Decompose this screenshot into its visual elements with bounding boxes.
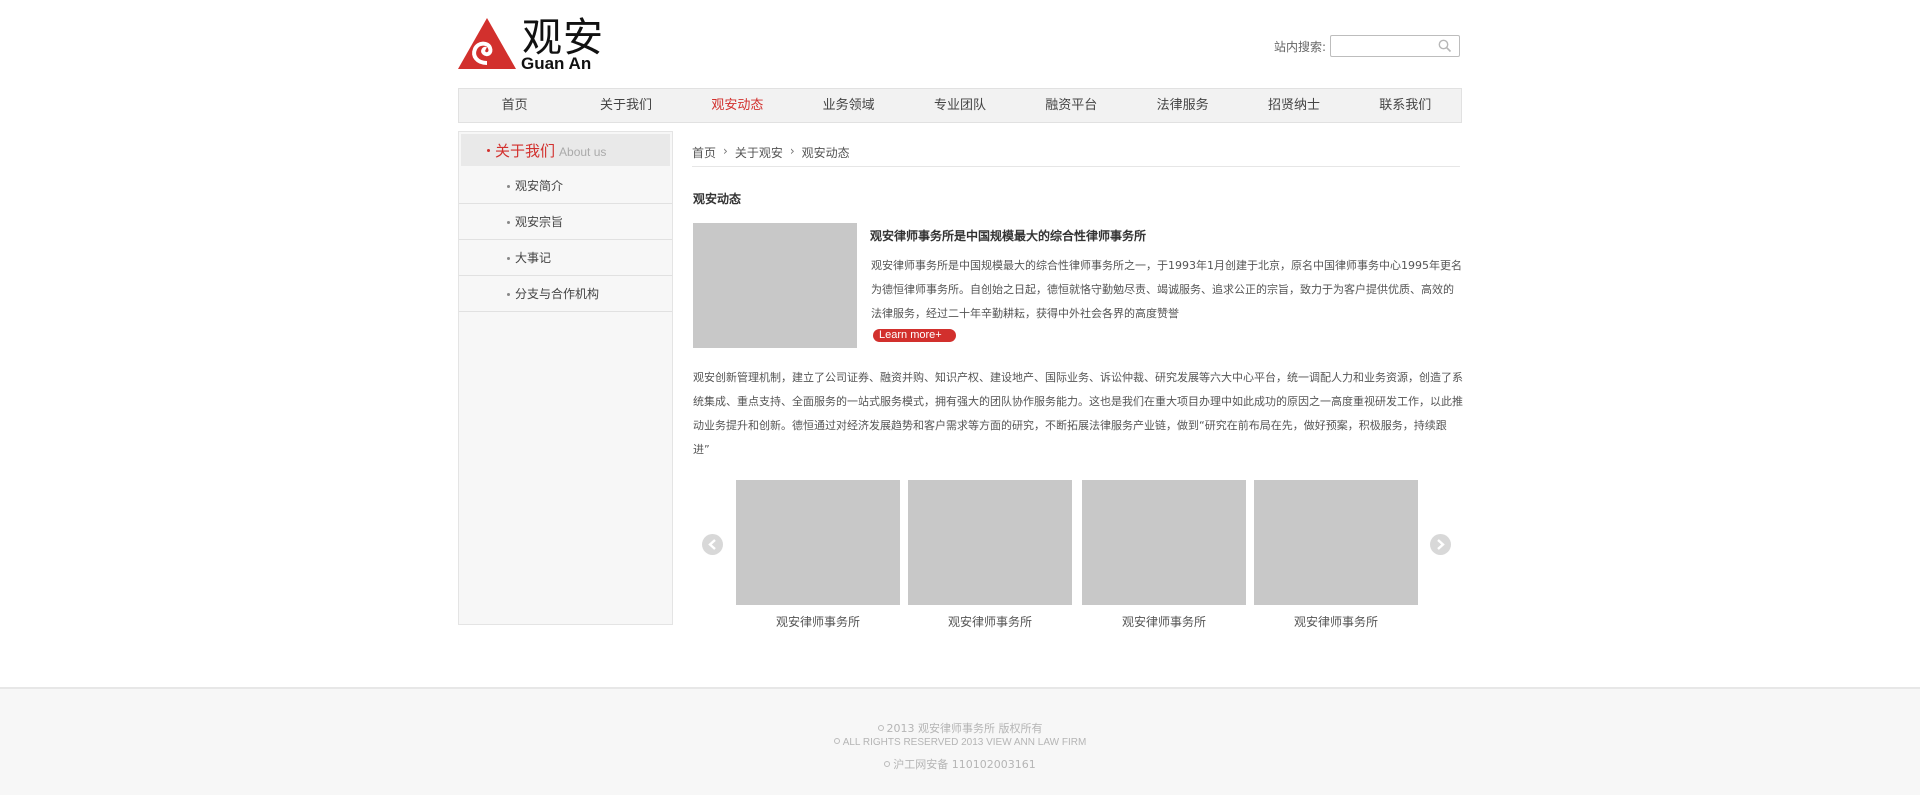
- search-box: [1330, 35, 1461, 57]
- sidebar-item-branches[interactable]: 分支与合作机构: [459, 276, 672, 312]
- nav-item-team[interactable]: 专业团队: [904, 89, 1015, 122]
- nav-item-finance-platform[interactable]: 融资平台: [1016, 89, 1127, 122]
- gallery-image: [736, 480, 900, 605]
- nav-item-contact[interactable]: 联系我们: [1350, 89, 1461, 122]
- section-title: 观安动态: [693, 192, 742, 206]
- nav-item-careers[interactable]: 招贤纳士: [1238, 89, 1349, 122]
- sidebar-header: 关于我们 About us: [461, 134, 670, 166]
- copyright-text: 2013 观安律师事务所 版权所有: [886, 722, 1043, 735]
- sidebar-title: 关于我们: [495, 141, 556, 160]
- breadcrumb-item-current: 观安动态: [801, 146, 850, 160]
- bullet-icon: [833, 738, 840, 744]
- breadcrumb-item-home[interactable]: 首页: [692, 144, 716, 161]
- gallery-caption: 观安律师事务所: [775, 615, 860, 629]
- site-search: 站内搜索:: [1274, 35, 1461, 57]
- gallery-caption: 观安律师事务所: [947, 615, 1032, 629]
- sidebar-list: 观安简介 观安宗旨 大事记 分支与合作机构: [459, 168, 672, 312]
- feature-image: [693, 223, 857, 348]
- breadcrumb-item-about[interactable]: 关于观安: [735, 144, 783, 161]
- sidebar-item-milestones[interactable]: 大事记: [459, 240, 672, 276]
- footer-copyright: 2013 观安律师事务所 版权所有: [0, 720, 1920, 736]
- feature-title[interactable]: 观安律师事务所是中国规模最大的综合性律师事务所: [870, 227, 1146, 244]
- bullet-icon: [507, 185, 510, 188]
- gallery-caption: 观安律师事务所: [1121, 615, 1206, 629]
- footer-rights: ALL RIGHTS RESERVED 2013 VIEW ANN LAW FI…: [0, 737, 1920, 748]
- nav-item-news[interactable]: 观安动态: [682, 89, 793, 122]
- gallery-item[interactable]: 观安律师事务所: [908, 480, 1072, 630]
- bullet-icon: [877, 725, 884, 731]
- chevron-right-icon: [1437, 539, 1445, 550]
- sidebar: 关于我们 About us 观安简介 观安宗旨 大事记 分支与合作机构: [458, 131, 673, 625]
- nav-item-about[interactable]: 关于我们: [570, 89, 681, 122]
- gallery-image: [908, 480, 1072, 605]
- bullet-icon: [507, 257, 510, 260]
- footer-icp: 沪工网安备 110102003161: [0, 756, 1920, 772]
- logo[interactable]: 观安 Guan An: [458, 16, 608, 73]
- icp-text: 沪工网安备 110102003161: [893, 758, 1036, 771]
- gallery-caption: 观安律师事务所: [1293, 615, 1378, 629]
- nav-item-practice-areas[interactable]: 业务领域: [793, 89, 904, 122]
- chevron-right-icon: ›: [723, 144, 728, 158]
- gallery-item[interactable]: 观安律师事务所: [1082, 480, 1246, 630]
- sidebar-item-mission[interactable]: 观安宗旨: [459, 204, 672, 240]
- chevron-left-icon: [708, 539, 716, 550]
- chevron-right-icon: ›: [789, 144, 795, 158]
- bullet-icon: [507, 221, 510, 224]
- nav-item-home[interactable]: 首页: [459, 89, 570, 122]
- gallery-item[interactable]: 观安律师事务所: [736, 480, 900, 630]
- sidebar-item-label: 观安宗旨: [515, 215, 564, 229]
- sidebar-item-label: 分支与合作机构: [515, 287, 600, 301]
- feature-text: 观安律师事务所是中国规模最大的综合性律师事务所之一，于1993年1月创建于北京，…: [871, 259, 1462, 320]
- bullet-icon: [884, 761, 891, 767]
- gallery-image: [1082, 480, 1246, 605]
- search-icon[interactable]: [1438, 39, 1452, 53]
- bullet-icon: [487, 149, 490, 152]
- main-nav: 首页 关于我们 观安动态 业务领域 专业团队 融资平台 法律服务 招贤纳士 联系…: [458, 88, 1462, 123]
- nav-item-legal-services[interactable]: 法律服务: [1127, 89, 1238, 122]
- gallery-item[interactable]: 观安律师事务所: [1254, 480, 1418, 630]
- sidebar-item-profile[interactable]: 观安简介: [459, 168, 672, 204]
- sidebar-item-label: 大事记: [515, 251, 552, 265]
- sidebar-title-en: About us: [559, 144, 607, 159]
- sidebar-item-label: 观安简介: [515, 179, 564, 193]
- rights-text: ALL RIGHTS RESERVED 2013 VIEW ANN LAW FI…: [842, 737, 1087, 748]
- body-paragraph: 观安创新管理机制，建立了公司证券、融资并购、知识产权、建设地产、国际业务、诉讼仲…: [693, 371, 1463, 456]
- learn-more-button[interactable]: Learn more+: [873, 329, 956, 342]
- carousel-prev-button[interactable]: [702, 534, 723, 555]
- search-input[interactable]: [1331, 36, 1432, 56]
- breadcrumb: 首页 › 关于观安 › 观安动态: [692, 144, 1460, 167]
- logo-subtext: Guan An: [521, 54, 592, 73]
- logo-mark-icon: [458, 18, 516, 69]
- search-label: 站内搜索:: [1274, 39, 1327, 54]
- bullet-icon: [507, 293, 510, 296]
- gallery-image: [1254, 480, 1418, 605]
- carousel-next-button[interactable]: [1430, 534, 1451, 555]
